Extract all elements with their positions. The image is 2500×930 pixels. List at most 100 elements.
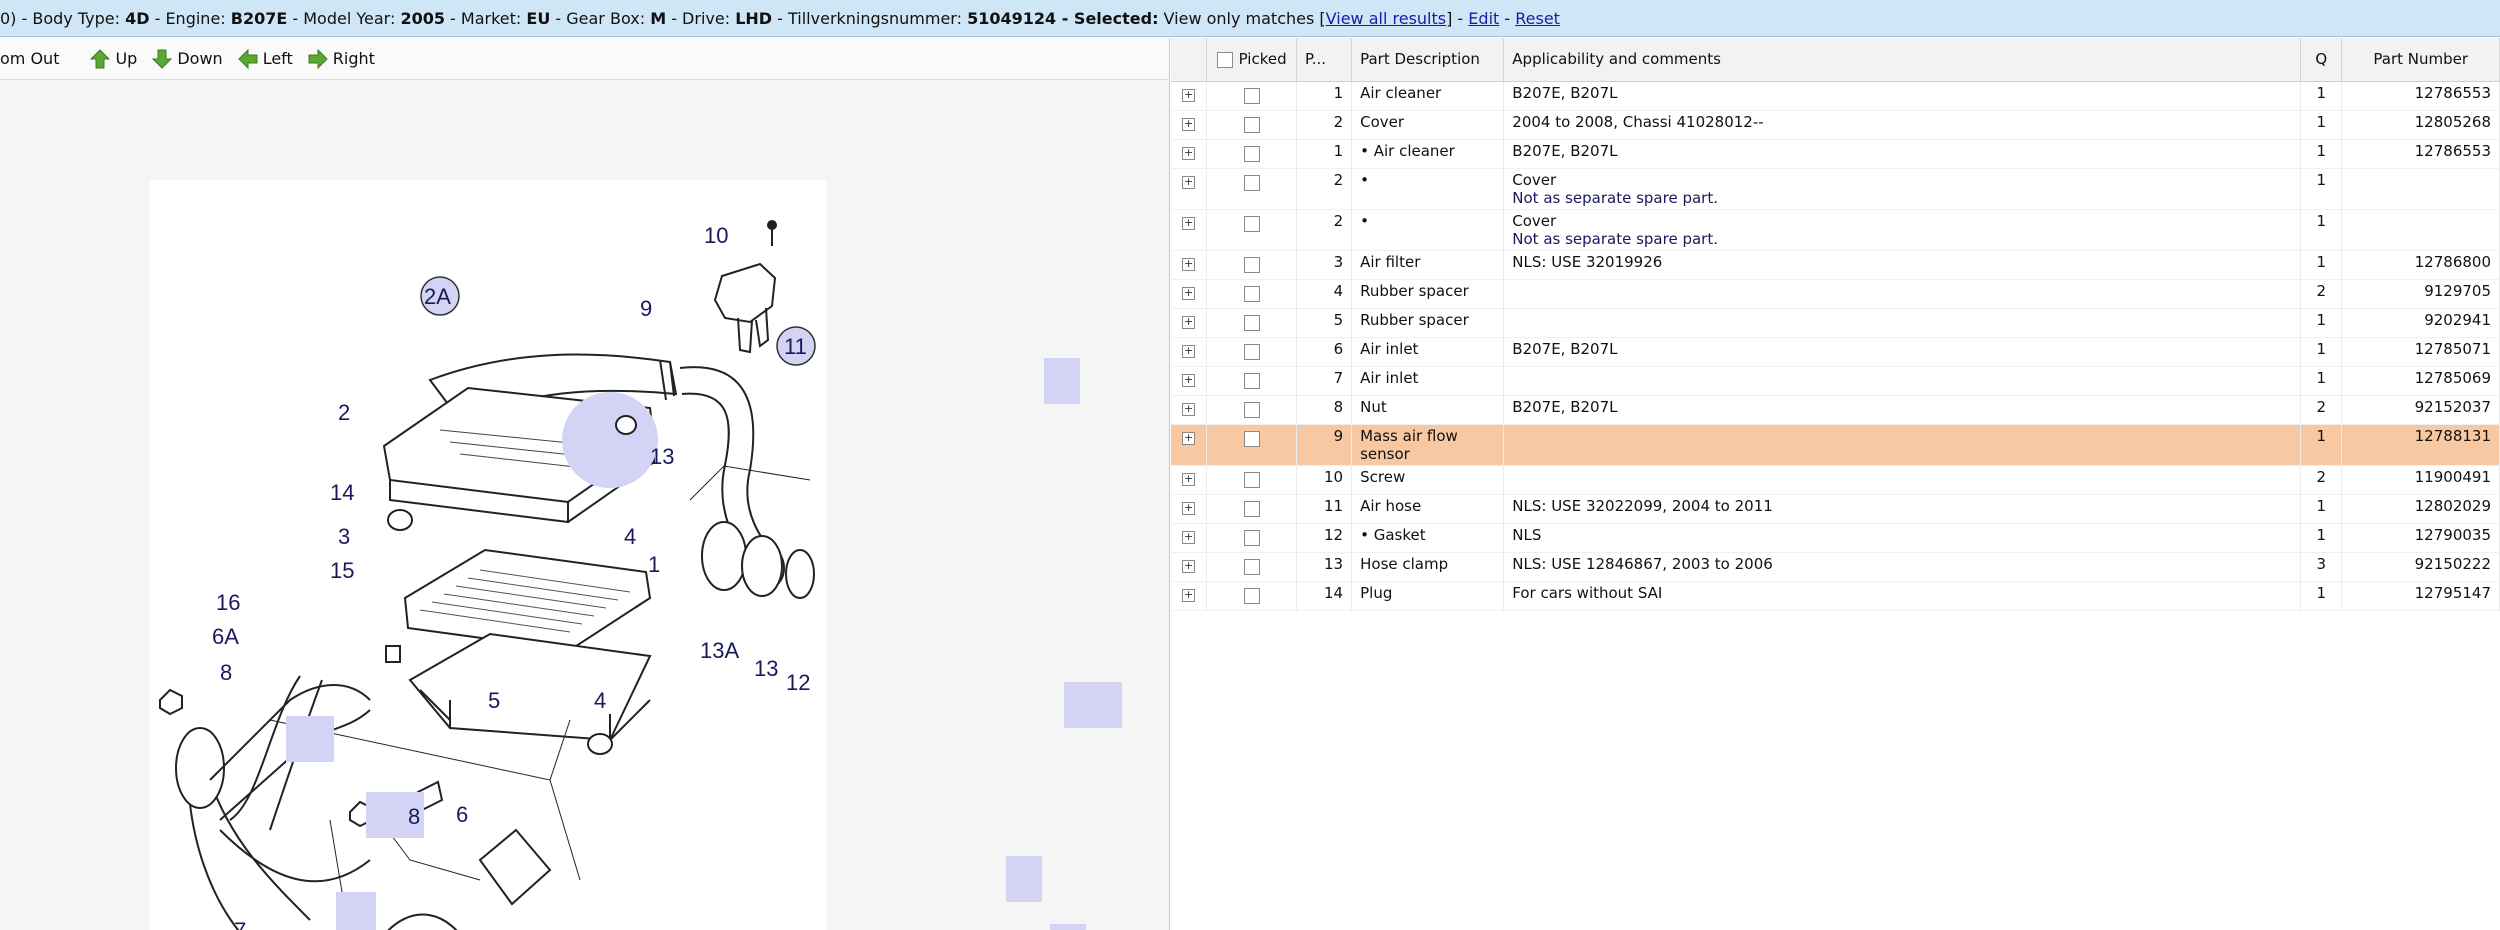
row-picked-checkbox[interactable] — [1243, 558, 1260, 575]
callout-4-upper[interactable]: 4 — [624, 524, 636, 549]
hotspot-marker[interactable] — [1006, 856, 1042, 902]
table-row[interactable]: +6 Air inlet B207E, B207L 1 12785071 — [1171, 337, 2500, 366]
callout-14[interactable]: 14 — [330, 480, 354, 505]
row-quantity: 1 — [2300, 424, 2343, 465]
view-all-results-link[interactable]: View all results — [1326, 9, 1446, 28]
header-picked[interactable]: Picked — [1206, 38, 1298, 82]
header-part-number[interactable]: Part Number — [2341, 38, 2500, 82]
table-row[interactable]: +4 Rubber spacer 2 9129705 — [1171, 279, 2500, 308]
table-row[interactable]: +2 • Cover Not as separate spare part. 1 — [1171, 168, 2500, 209]
callout-6[interactable]: 6 — [456, 802, 468, 827]
callout-4-lower[interactable]: 4 — [594, 688, 606, 713]
row-picked-checkbox[interactable] — [1243, 215, 1260, 232]
select-all-checkbox[interactable] — [1216, 51, 1233, 68]
table-row[interactable]: +10 Screw 2 11900491 — [1171, 465, 2500, 494]
expand-plus-icon[interactable]: + — [1182, 472, 1196, 486]
header-part-description[interactable]: Part Description — [1351, 38, 1505, 82]
row-picked-checkbox[interactable] — [1243, 372, 1260, 389]
callout-11[interactable]: 11 — [784, 334, 807, 359]
callout-7[interactable]: 7 — [234, 918, 246, 930]
row-quantity: 1 — [2300, 209, 2343, 250]
row-picked-checkbox[interactable] — [1243, 285, 1260, 302]
expand-plus-icon[interactable]: + — [1182, 88, 1196, 102]
row-picked-checkbox[interactable] — [1243, 401, 1260, 418]
table-row[interactable]: +12 • Gasket NLS 1 12790035 — [1171, 523, 2500, 552]
expand-plus-icon[interactable]: + — [1182, 530, 1196, 544]
row-picked-checkbox[interactable] — [1243, 116, 1260, 133]
expand-plus-icon[interactable]: + — [1182, 588, 1196, 602]
callout-12[interactable]: 12 — [786, 670, 810, 695]
expand-plus-icon[interactable]: + — [1182, 373, 1196, 387]
callout-10[interactable]: 10 — [704, 223, 728, 248]
header-quantity[interactable]: Q — [2300, 38, 2343, 82]
pan-down-button[interactable]: Down — [151, 48, 223, 70]
table-row[interactable]: +14 Plug For cars without SAI 1 12795147 — [1171, 581, 2500, 610]
edit-link[interactable]: Edit — [1468, 9, 1499, 28]
pan-up-button[interactable]: Up — [89, 48, 137, 70]
header-position[interactable]: P... — [1296, 38, 1353, 82]
table-row[interactable]: +2 Cover 2004 to 2008, Chassi 41028012-- 1 1… — [1171, 110, 2500, 139]
hotspot-marker[interactable] — [1064, 682, 1122, 728]
callout-2a[interactable]: 2A — [424, 284, 451, 309]
callout-5[interactable]: 5 — [488, 688, 500, 713]
table-row[interactable]: +13 Hose clamp NLS: USE 12846867, 2003 to … — [1171, 552, 2500, 581]
expand-plus-icon[interactable]: + — [1182, 175, 1196, 189]
callout-2[interactable]: 2 — [338, 400, 350, 425]
table-row[interactable]: +1 • Air cleaner B207E, B207L 1 12786553 — [1171, 139, 2500, 168]
table-row[interactable]: +9 Mass air flow sensor 1 12788131 — [1171, 424, 2500, 465]
callout-1[interactable]: 1 — [648, 552, 660, 577]
row-picked-checkbox[interactable] — [1243, 343, 1260, 360]
expand-plus-icon[interactable]: + — [1182, 402, 1196, 416]
row-picked-checkbox[interactable] — [1243, 314, 1260, 331]
expand-plus-icon[interactable]: + — [1182, 559, 1196, 573]
reset-link[interactable]: Reset — [1515, 9, 1560, 28]
table-row[interactable]: +1 Air cleaner B207E, B207L 1 12786553 — [1171, 81, 2500, 110]
expand-plus-icon[interactable]: + — [1182, 286, 1196, 300]
hotspot-marker[interactable] — [1044, 358, 1080, 404]
row-part-number: 12786553 — [2341, 81, 2500, 110]
row-expand-cell: + — [1171, 279, 1208, 308]
expand-plus-icon[interactable]: + — [1182, 431, 1196, 445]
hotspot-marker[interactable] — [1050, 924, 1086, 930]
expand-plus-icon[interactable]: + — [1182, 257, 1196, 271]
row-picked-checkbox[interactable] — [1243, 174, 1260, 191]
expand-plus-icon[interactable]: + — [1182, 117, 1196, 131]
callout-13-lower[interactable]: 13 — [754, 656, 778, 681]
callout-9[interactable]: 9 — [640, 296, 652, 321]
callout-3[interactable]: 3 — [338, 524, 350, 549]
callout-8-right[interactable]: 8 — [408, 804, 420, 829]
table-row[interactable]: +8 Nut B207E, B207L 2 92152037 — [1171, 395, 2500, 424]
row-quantity: 1 — [2300, 581, 2343, 610]
row-picked-checkbox[interactable] — [1243, 430, 1260, 447]
table-row[interactable]: +11 Air hose NLS: USE 32022099, 2004 to 20… — [1171, 494, 2500, 523]
row-picked-checkbox[interactable] — [1243, 471, 1260, 488]
row-picked-checkbox[interactable] — [1243, 529, 1260, 546]
expand-plus-icon[interactable]: + — [1182, 216, 1196, 230]
table-row[interactable]: +7 Air inlet 1 12785069 — [1171, 366, 2500, 395]
table-row[interactable]: +3 Air filter NLS: USE 32019926 1 12786800 — [1171, 250, 2500, 279]
zoom-out-button[interactable]: om Out — [0, 49, 59, 68]
callout-13a[interactable]: 13A — [700, 638, 739, 663]
row-quantity: 2 — [2300, 395, 2343, 424]
header-applicability[interactable]: Applicability and comments — [1503, 38, 2302, 82]
expand-plus-icon[interactable]: + — [1182, 146, 1196, 160]
row-picked-checkbox[interactable] — [1243, 587, 1260, 604]
row-picked-checkbox[interactable] — [1243, 145, 1260, 162]
expand-plus-icon[interactable]: + — [1182, 344, 1196, 358]
pan-right-button[interactable]: Right — [307, 48, 375, 70]
row-picked-checkbox[interactable] — [1243, 87, 1260, 104]
callout-8-left[interactable]: 8 — [220, 660, 232, 685]
row-position: 7 — [1296, 366, 1353, 395]
callout-16[interactable]: 16 — [216, 590, 240, 615]
expand-plus-icon[interactable]: + — [1182, 315, 1196, 329]
callout-6a[interactable]: 6A — [212, 624, 239, 649]
row-quantity: 1 — [2300, 168, 2343, 209]
table-row[interactable]: +5 Rubber spacer 1 9202941 — [1171, 308, 2500, 337]
callout-13[interactable]: 13 — [650, 444, 674, 469]
callout-15[interactable]: 15 — [330, 558, 354, 583]
table-row[interactable]: +2 • Cover Not as separate spare part. 1 — [1171, 209, 2500, 250]
row-picked-checkbox[interactable] — [1243, 256, 1260, 273]
expand-plus-icon[interactable]: + — [1182, 501, 1196, 515]
row-picked-checkbox[interactable] — [1243, 500, 1260, 517]
pan-left-button[interactable]: Left — [237, 48, 293, 70]
